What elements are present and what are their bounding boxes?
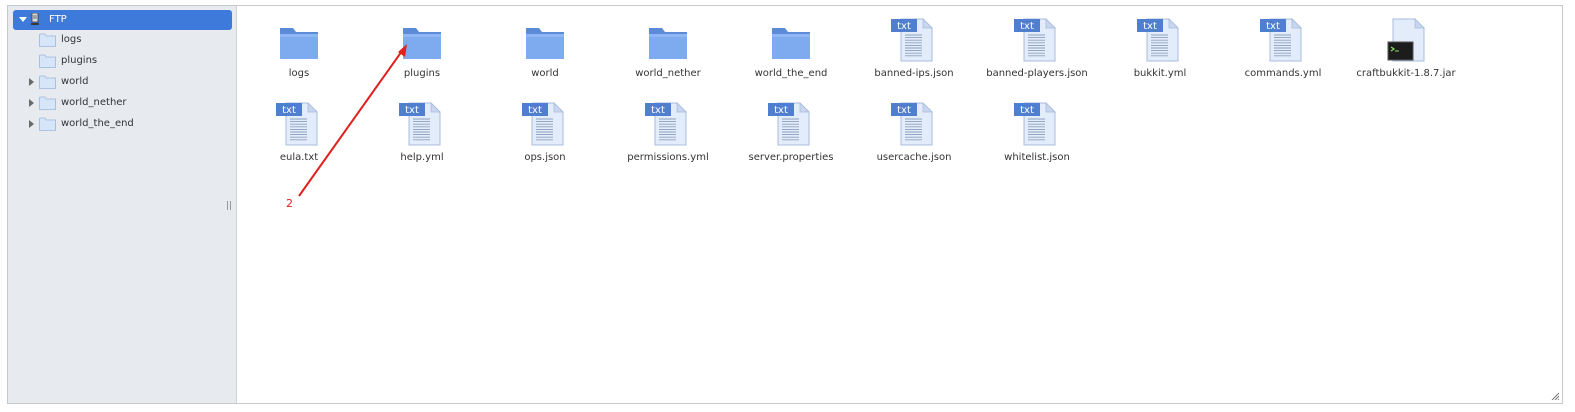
annotation-label: 2 bbox=[286, 197, 293, 210]
tree-root-label: FTP bbox=[49, 14, 67, 25]
folder-icon bbox=[39, 54, 56, 68]
file-item-bukkit-yml[interactable]: txt bukkit.yml bbox=[1105, 18, 1215, 79]
file-type-badge: txt bbox=[1020, 105, 1034, 116]
file-item-banned-players-json[interactable]: txt banned-players.json bbox=[982, 18, 1092, 79]
file-name: plugins bbox=[403, 68, 441, 79]
file-type-badge: txt bbox=[774, 105, 788, 116]
text-file-icon: txt bbox=[891, 18, 933, 62]
folder-icon bbox=[39, 75, 56, 89]
sidebar-item-label: plugins bbox=[61, 55, 98, 66]
collapse-arrow-icon[interactable] bbox=[19, 17, 27, 22]
folder-icon bbox=[403, 28, 441, 59]
text-file-icon: txt bbox=[522, 102, 564, 146]
file-name: commands.yml bbox=[1244, 68, 1322, 79]
file-name: bukkit.yml bbox=[1133, 68, 1187, 79]
file-name: server.properties bbox=[748, 152, 834, 163]
file-type-badge: txt bbox=[1143, 21, 1157, 32]
file-name: world bbox=[531, 68, 559, 79]
file-name: eula.txt bbox=[279, 152, 319, 163]
file-item-usercache-json[interactable]: txt usercache.json bbox=[859, 102, 969, 163]
sidebar-item-label: world_the_end bbox=[61, 118, 134, 129]
file-type-badge: txt bbox=[1266, 21, 1280, 32]
sidebar-item-label: world_nether bbox=[61, 97, 127, 108]
sidebar-item-plugins[interactable]: plugins bbox=[8, 52, 237, 70]
folder-icon bbox=[526, 28, 564, 59]
file-name: banned-ips.json bbox=[874, 68, 954, 79]
folder-icon bbox=[280, 28, 318, 59]
folder-icon bbox=[39, 117, 56, 131]
file-item-server-properties[interactable]: txt server.properties bbox=[736, 102, 846, 163]
text-file-icon: txt bbox=[1260, 18, 1302, 62]
file-manager-window: FTP logs plugins world world_nether world_th… bbox=[7, 5, 1563, 404]
sidebar-splitter-handle[interactable] bbox=[227, 201, 231, 210]
file-type-badge: txt bbox=[897, 21, 911, 32]
file-item-world-nether[interactable]: world_nether bbox=[613, 18, 723, 79]
file-type-badge: txt bbox=[405, 105, 419, 116]
text-file-icon: txt bbox=[276, 102, 318, 146]
file-name: help.yml bbox=[400, 152, 444, 163]
file-item-whitelist-json[interactable]: txt whitelist.json bbox=[982, 102, 1092, 163]
file-item-commands-yml[interactable]: txt commands.yml bbox=[1228, 18, 1338, 79]
sidebar-item-label: world bbox=[61, 76, 89, 87]
file-item-ops-json[interactable]: txt ops.json bbox=[490, 102, 600, 163]
sidebar-item-logs[interactable]: logs bbox=[8, 31, 237, 49]
file-type-badge: txt bbox=[1020, 21, 1034, 32]
file-type-badge: txt bbox=[528, 105, 542, 116]
file-item-world[interactable]: world bbox=[490, 18, 600, 79]
text-file-icon: txt bbox=[399, 102, 441, 146]
file-item-permissions-yml[interactable]: txt permissions.yml bbox=[613, 102, 723, 163]
folder-icon bbox=[772, 28, 810, 59]
expand-arrow-icon[interactable] bbox=[29, 120, 34, 128]
file-name: world_the_end bbox=[754, 68, 828, 79]
file-name: banned-players.json bbox=[986, 68, 1088, 79]
file-name: craftbukkit-1.8.7.jar bbox=[1356, 68, 1456, 79]
file-item-eula-txt[interactable]: txt eula.txt bbox=[244, 102, 354, 163]
text-file-icon: txt bbox=[1014, 18, 1056, 62]
file-item-logs[interactable]: logs bbox=[244, 18, 354, 79]
folder-icon bbox=[39, 96, 56, 110]
file-item-plugins[interactable]: plugins bbox=[367, 18, 477, 79]
server-icon bbox=[31, 13, 39, 25]
file-item-help-yml[interactable]: txt help.yml bbox=[367, 102, 477, 163]
file-item-world-the-end[interactable]: world_the_end bbox=[736, 18, 846, 79]
file-type-badge: txt bbox=[651, 105, 665, 116]
expand-arrow-icon[interactable] bbox=[29, 78, 34, 86]
sidebar-item-world[interactable]: world bbox=[8, 73, 237, 91]
text-file-icon: txt bbox=[1137, 18, 1179, 62]
tree-root-ftp[interactable]: FTP bbox=[13, 10, 232, 30]
sidebar-item-world-the-end[interactable]: world_the_end bbox=[8, 115, 237, 133]
text-file-icon: txt bbox=[645, 102, 687, 146]
folder-icon bbox=[39, 33, 56, 47]
resize-grip-icon[interactable] bbox=[1551, 392, 1559, 400]
file-item-banned-ips-json[interactable]: txt banned-ips.json bbox=[859, 18, 969, 79]
file-name: world_nether bbox=[635, 68, 701, 79]
file-name: ops.json bbox=[524, 152, 566, 163]
folder-icon bbox=[649, 28, 687, 59]
text-file-icon: txt bbox=[891, 102, 933, 146]
file-name: logs bbox=[288, 68, 310, 79]
terminal-file-icon bbox=[1387, 18, 1425, 62]
file-grid: logs plugins world world_nether world_the_en… bbox=[237, 6, 1562, 403]
folder-tree-sidebar: FTP logs plugins world world_nether world_th… bbox=[8, 6, 237, 403]
file-item-craftbukkit-1-8-7-jar[interactable]: craftbukkit-1.8.7.jar bbox=[1351, 18, 1461, 79]
sidebar-item-world-nether[interactable]: world_nether bbox=[8, 94, 237, 112]
sidebar-item-label: logs bbox=[61, 34, 82, 45]
text-file-icon: txt bbox=[1014, 102, 1056, 146]
file-name: whitelist.json bbox=[1004, 152, 1070, 163]
file-type-badge: txt bbox=[282, 105, 296, 116]
file-type-badge: txt bbox=[897, 105, 911, 116]
expand-arrow-icon[interactable] bbox=[29, 99, 34, 107]
text-file-icon: txt bbox=[768, 102, 810, 146]
file-name: usercache.json bbox=[876, 152, 952, 163]
file-name: permissions.yml bbox=[627, 152, 709, 163]
